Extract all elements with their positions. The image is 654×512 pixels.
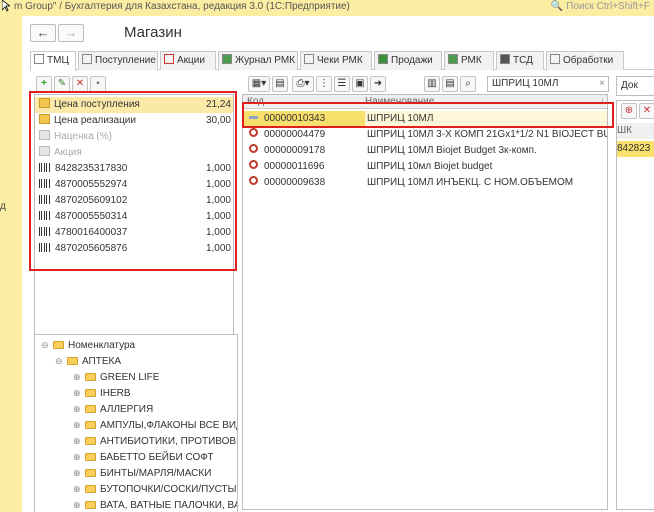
expand-icon: ⊕ — [73, 468, 81, 478]
processing-icon — [550, 54, 560, 64]
item-icon — [249, 159, 260, 167]
expand-icon: ⊕ — [73, 372, 81, 382]
expand-icon: ⊕ — [73, 452, 81, 462]
tree-group[interactable]: ⊖ АПТЕКА — [55, 353, 121, 369]
tree-item[interactable]: ⊕ АМПУЛЫ,ФЛАКОНЫ ВСЕ ВИД — [73, 417, 237, 433]
folder-icon — [67, 357, 78, 365]
nomenclature-tree: ⊖ Номенклатура ⊖ АПТЕКА ⊕ GREEN LIFE ⊕ IHERB… — [34, 334, 238, 512]
tree-item[interactable]: ⊕ GREEN LIFE — [73, 369, 159, 385]
item-icon — [249, 127, 260, 135]
expand-icon: ⊕ — [73, 484, 81, 494]
right-col-header: ШК — [617, 123, 654, 139]
forward-button[interactable]: → — [58, 24, 84, 42]
view-mode-button[interactable]: ▦▾ — [248, 76, 270, 92]
tree-item[interactable]: ⊕ БАБЕТТО БЕЙБИ СОФТ — [73, 449, 213, 465]
edit-button[interactable]: ✎ — [54, 76, 70, 92]
search-input[interactable]: ШПРИЦ 10МЛ × — [487, 76, 609, 92]
copy-button[interactable]: ▤ — [272, 76, 288, 92]
tmc-icon — [34, 54, 44, 64]
expand-icon: ⊕ — [73, 420, 81, 430]
back-button[interactable]: ← — [30, 24, 56, 42]
left-strip-label: д — [0, 201, 6, 212]
folder-icon — [85, 485, 96, 493]
folder-icon — [85, 469, 96, 477]
tree-item[interactable]: ⊕ БУТОПОЧКИ/СОСКИ/ПУСТЫШ — [73, 481, 237, 497]
item-icon — [249, 175, 260, 183]
item-icon — [249, 143, 260, 151]
grid-button[interactable]: ▥ — [424, 76, 440, 92]
tree-item[interactable]: ⊕ БИНТЫ/МАРЛЯ/МАСКИ — [73, 465, 211, 481]
folder-icon — [85, 421, 96, 429]
folder-icon — [85, 501, 96, 509]
receipt-icon — [304, 54, 314, 64]
tsd-icon — [500, 54, 510, 64]
tab-processing[interactable]: Обработки — [546, 51, 624, 70]
page-title: Магазин — [124, 24, 182, 41]
window-titlebar: m Group" / Бухгалтерия для Казахстана, р… — [0, 0, 654, 16]
right-row[interactable]: 842823 — [617, 141, 654, 157]
highlight-selected-row — [242, 102, 614, 128]
global-search-input[interactable]: 🔍 Поиск Ctrl+Shift+F — [551, 1, 650, 12]
expand-icon: ⊕ — [73, 404, 81, 414]
folder-icon — [85, 437, 96, 445]
table-row[interactable]: 00000009638 ШПРИЦ 10МЛ ИНЪЕКЦ. С НОМ.ОБЪЕ… — [243, 175, 607, 191]
promo-icon — [164, 54, 174, 64]
tab-bar: ТМЦ Поступление Акции Журнал РМК Чеки РМ… — [30, 50, 654, 71]
folder-icon — [85, 453, 96, 461]
details-button[interactable]: ▤ — [442, 76, 458, 92]
mouse-cursor-icon — [2, 0, 10, 12]
tab-tmc[interactable]: ТМЦ — [30, 51, 76, 71]
tree-button[interactable]: ⋮ — [316, 76, 332, 92]
tree-item[interactable]: ⊕ АЛЛЕРГИЯ — [73, 401, 153, 417]
tab-rmk-receipts[interactable]: Чеки РМК — [300, 51, 372, 70]
tab-promotions[interactable]: Акции — [160, 51, 216, 70]
folder-icon — [85, 373, 96, 381]
right-add-button[interactable]: ⊕ — [621, 103, 637, 119]
tree-item[interactable]: ⊕ IHERB — [73, 385, 131, 401]
form-header: ← → Магазин — [22, 16, 654, 50]
journal-icon — [222, 54, 232, 64]
tab-tsd[interactable]: ТСД — [496, 51, 544, 70]
table-row[interactable]: 00000004479 ШПРИЦ 10МЛ 3-Х КОМП 21Gx1*1/2… — [243, 127, 607, 143]
more-button[interactable]: ▪ — [90, 76, 106, 92]
tab-rmk-journal[interactable]: Журнал РМК — [218, 51, 298, 70]
expand-icon: ⊕ — [73, 500, 81, 510]
right-panel: ⊕ ✕ ШК 842823 — [616, 100, 654, 510]
add-button[interactable]: + — [36, 76, 52, 92]
tab-receipt[interactable]: Поступление — [78, 51, 158, 70]
expand-icon: ⊕ — [73, 436, 81, 446]
print-button[interactable]: ⎙▾ — [292, 76, 314, 92]
go-button[interactable]: ➜ — [370, 76, 386, 92]
document-icon — [82, 54, 92, 64]
folder-icon — [85, 405, 96, 413]
tab-sales[interactable]: Продажи — [374, 51, 442, 70]
tree-item[interactable]: ⊕ ВАТА, ВАТНЫЕ ПАЛОЧКИ, ВАТ — [73, 497, 237, 512]
tree-item[interactable]: ⊕ АНТИБИОТИКИ, ПРОТИВОВИР — [73, 433, 237, 449]
right-delete-button[interactable]: ✕ — [639, 103, 654, 119]
image-button[interactable]: ▣ — [352, 76, 368, 92]
find-button[interactable]: ⌕ — [460, 76, 476, 92]
right-tab[interactable]: Док — [616, 76, 654, 96]
sales-icon — [378, 54, 388, 64]
tab-rmk[interactable]: РМК — [444, 51, 494, 70]
expand-icon: ⊕ — [73, 388, 81, 398]
table-row[interactable]: 00000009178 ШПРИЦ 10МЛ Biojet Budget 3к-к… — [243, 143, 607, 159]
highlight-price-panel — [29, 91, 237, 271]
rmk-icon — [448, 54, 458, 64]
folder-icon — [85, 389, 96, 397]
collapse-icon: ⊖ — [55, 356, 63, 366]
collapse-icon: ⊖ — [41, 340, 49, 350]
window-title: m Group" / Бухгалтерия для Казахстана, р… — [14, 1, 350, 12]
left-strip: д — [0, 16, 22, 512]
clear-search-icon[interactable]: × — [599, 77, 605, 91]
list-button[interactable]: ☰ — [334, 76, 350, 92]
tree-root[interactable]: ⊖ Номенклатура — [41, 337, 135, 353]
product-table: Код Наименование ↓ 00000010343 ШПРИЦ 10М… — [242, 94, 608, 510]
folder-icon — [53, 341, 64, 349]
delete-button[interactable]: ✕ — [72, 76, 88, 92]
table-row[interactable]: 00000011696 ШПРИЦ 10мл Biojet budget — [243, 159, 607, 175]
main-form: ← → Магазин ТМЦ Поступление Акции Журнал… — [22, 16, 654, 512]
